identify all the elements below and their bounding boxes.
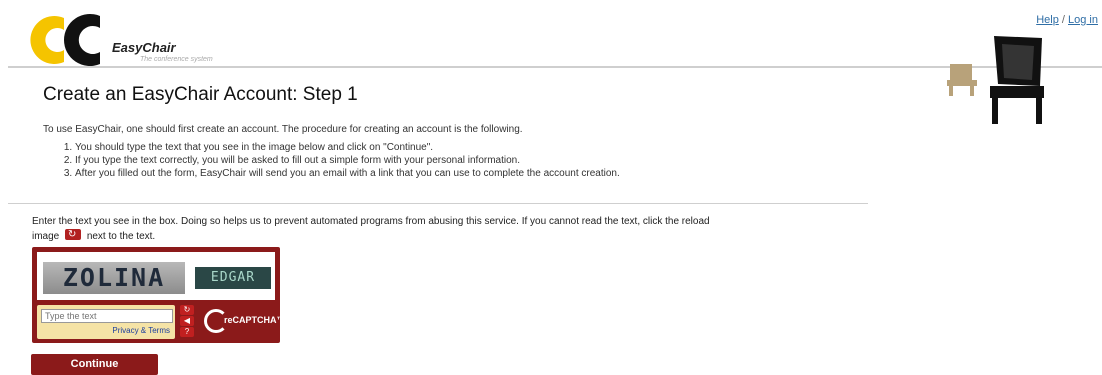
easychair-logo[interactable]: EasyChair The conference system	[22, 12, 222, 66]
list-item: After you filled out the form, EasyChair…	[75, 167, 620, 180]
intro-text: To use EasyChair, one should first creat…	[43, 124, 523, 135]
page-title: Create an EasyChair Account: Step 1	[43, 84, 358, 105]
instructions-text-end: next to the text.	[86, 231, 156, 242]
section-divider	[8, 203, 868, 204]
reload-icon[interactable]: ↻	[180, 305, 194, 315]
captcha-side-buttons: ↻ ◀ ?	[180, 305, 196, 339]
reload-inline-icon	[65, 227, 82, 242]
captcha-word-2: EDGAR	[195, 267, 271, 289]
continue-button[interactable]: Continue	[31, 354, 158, 375]
audio-icon[interactable]: ◀	[180, 316, 194, 326]
captcha-input[interactable]	[41, 309, 173, 323]
captcha-image: ZOLINA EDGAR	[37, 252, 275, 300]
header-bar: EasyChair The conference system	[8, 8, 1102, 68]
captcha-input-area: Privacy & Terms	[37, 305, 175, 339]
recaptcha-widget: ZOLINA EDGAR Privacy & Terms ↻ ◀ ? reCAP…	[32, 247, 286, 343]
chairs-illustration-icon	[947, 36, 1044, 124]
privacy-terms-link[interactable]: Privacy & Terms	[112, 326, 170, 335]
captcha-instructions: Enter the text you see in the box. Doing…	[32, 214, 732, 244]
help-icon[interactable]: ?	[180, 327, 194, 337]
list-item: If you type the text correctly, you will…	[75, 154, 620, 167]
recaptcha-logo: reCAPTCHA™	[202, 307, 286, 337]
logo-tagline: The conference system	[140, 56, 213, 63]
list-item: You should type the text that you see in…	[75, 141, 620, 154]
recaptcha-logo-text: reCAPTCHA™	[224, 315, 286, 325]
captcha-word-1: ZOLINA	[43, 262, 185, 294]
steps-list: You should type the text that you see in…	[60, 141, 620, 180]
logo-text: EasyChair	[112, 40, 176, 55]
